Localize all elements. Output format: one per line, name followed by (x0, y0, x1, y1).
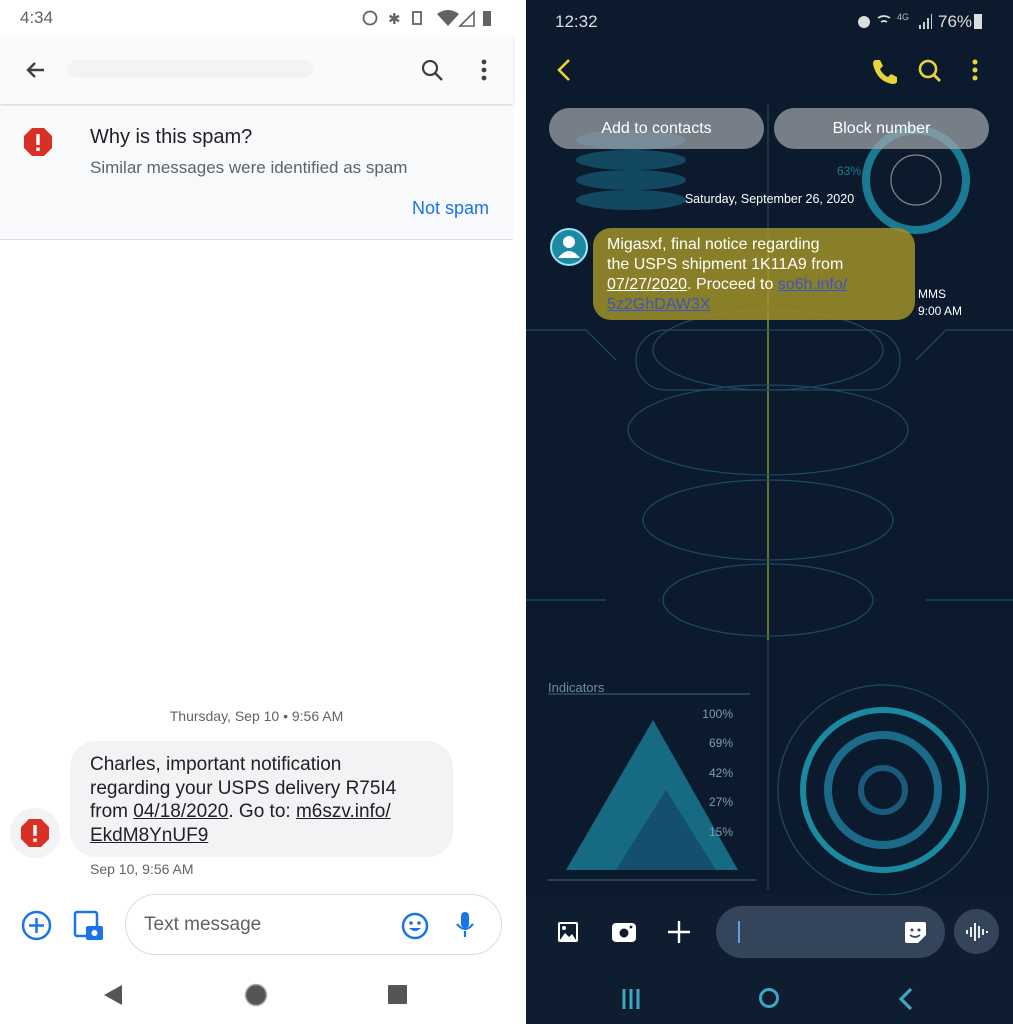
sticker-icon[interactable] (904, 921, 927, 944)
more-vert-icon[interactable] (970, 58, 980, 84)
nav-recents-icon[interactable] (388, 985, 407, 1004)
message-line: the USPS shipment 1K11A9 from (607, 256, 844, 273)
spam-banner: Why is this spam? Similar messages were … (0, 106, 513, 240)
contact-avatar-icon[interactable] (549, 227, 589, 267)
nav-home-icon[interactable] (244, 983, 268, 1007)
url-link[interactable]: EkdM8YnUF9 (90, 825, 208, 846)
nav-back-icon[interactable] (898, 987, 913, 1011)
wallpaper-label: Indicators (548, 680, 605, 695)
status-time: 12:32 (555, 12, 598, 31)
search-icon[interactable] (420, 58, 444, 82)
status-icons: ✱ (362, 10, 491, 28)
svg-text:✱: ✱ (388, 11, 401, 28)
more-vert-icon[interactable] (478, 58, 490, 82)
url-link[interactable]: 5z2GhDAW3X (607, 296, 710, 313)
message-line: Charles, important notification (90, 754, 342, 775)
nav-back-icon[interactable] (104, 985, 122, 1005)
message-bubble[interactable]: Charles, important notification regardin… (70, 741, 453, 857)
message-time: 9:00 AM (918, 304, 963, 318)
add-to-contacts-button[interactable]: Add to contacts (549, 108, 764, 149)
wallpaper-level: 100% (702, 707, 733, 721)
nav-home-icon[interactable] (759, 988, 779, 1008)
message-text: . Proceed to (687, 276, 778, 293)
arrow-back-icon[interactable] (24, 58, 48, 82)
network-type: 4G (897, 12, 910, 22)
text-message-input[interactable]: Text message (125, 894, 502, 955)
wallpaper-level: 69% (709, 736, 733, 750)
not-spam-button[interactable]: Not spam (412, 198, 489, 219)
sender-avatar[interactable] (10, 808, 60, 858)
nav-recents-icon[interactable] (622, 989, 640, 1009)
wallpaper-level: 63% (837, 164, 861, 178)
message-bubble[interactable]: Migasxf, final notice regarding the USPS… (593, 228, 915, 320)
url-link[interactable]: m6szv.info/ (296, 801, 391, 822)
voice-record-button[interactable] (954, 909, 999, 954)
date-header: Saturday, September 26, 2020 (684, 192, 855, 206)
compose-placeholder: Text message (144, 914, 262, 935)
block-number-button[interactable]: Block number (774, 108, 989, 149)
spam-subtitle: Similar messages were identified as spam (90, 158, 408, 177)
message-timestamp: Sep 10, 9:56 AM (90, 861, 194, 877)
gallery-camera-icon[interactable] (73, 910, 105, 942)
app-bar (0, 36, 513, 104)
message-line: Migasxf, final notice regarding (607, 236, 820, 253)
battery-percent: 76% (938, 12, 973, 31)
wallpaper-level: 27% (709, 795, 733, 809)
date-link[interactable]: 07/27/2020 (607, 276, 687, 293)
wallpaper-level: 42% (709, 766, 733, 780)
date-link[interactable]: 04/18/2020 (133, 801, 228, 822)
date-header: Thursday, Sep 10 • 9:56 AM (169, 708, 344, 724)
signal-icon (919, 14, 932, 29)
search-icon[interactable] (917, 58, 943, 84)
url-link[interactable]: so6h.info/ (778, 276, 847, 293)
nav-bar (104, 983, 407, 1007)
google-messages-screen: 4:34 ✱ Why is this spam? Similar message… (0, 0, 513, 1024)
add-attachment-icon[interactable] (21, 910, 52, 941)
text-cursor (738, 921, 740, 943)
wallpaper-graphic: Indicators 100% 69% 42% 27% 15% 63% (526, 100, 1013, 896)
nav-bar (622, 987, 913, 1011)
contact-name-redacted (68, 60, 313, 78)
message-input[interactable] (716, 906, 945, 958)
spam-warning-icon (24, 128, 52, 156)
message-text: from (90, 801, 134, 822)
status-icons (858, 15, 891, 28)
spam-title: Why is this spam? (90, 126, 253, 148)
phone-icon[interactable] (871, 58, 897, 84)
wallpaper-level: 15% (709, 825, 733, 839)
microphone-icon[interactable] (455, 910, 475, 940)
camera-icon[interactable] (611, 921, 637, 943)
voice-wave-icon (966, 923, 988, 941)
back-icon[interactable] (556, 58, 572, 82)
emoji-icon[interactable] (401, 912, 429, 940)
message-line: regarding your USPS delivery R75I4 (90, 777, 397, 799)
gallery-icon[interactable] (557, 921, 579, 943)
message-text: . Go to: (228, 801, 296, 822)
add-icon[interactable] (667, 920, 691, 944)
status-time: 4:34 (20, 8, 54, 27)
spam-warning-icon (21, 819, 49, 847)
samsung-messages-screen: Indicators 100% 69% 42% 27% 15% 63% 12:3… (526, 0, 1013, 1024)
battery-icon (974, 14, 982, 29)
message-type: MMS (918, 287, 946, 301)
